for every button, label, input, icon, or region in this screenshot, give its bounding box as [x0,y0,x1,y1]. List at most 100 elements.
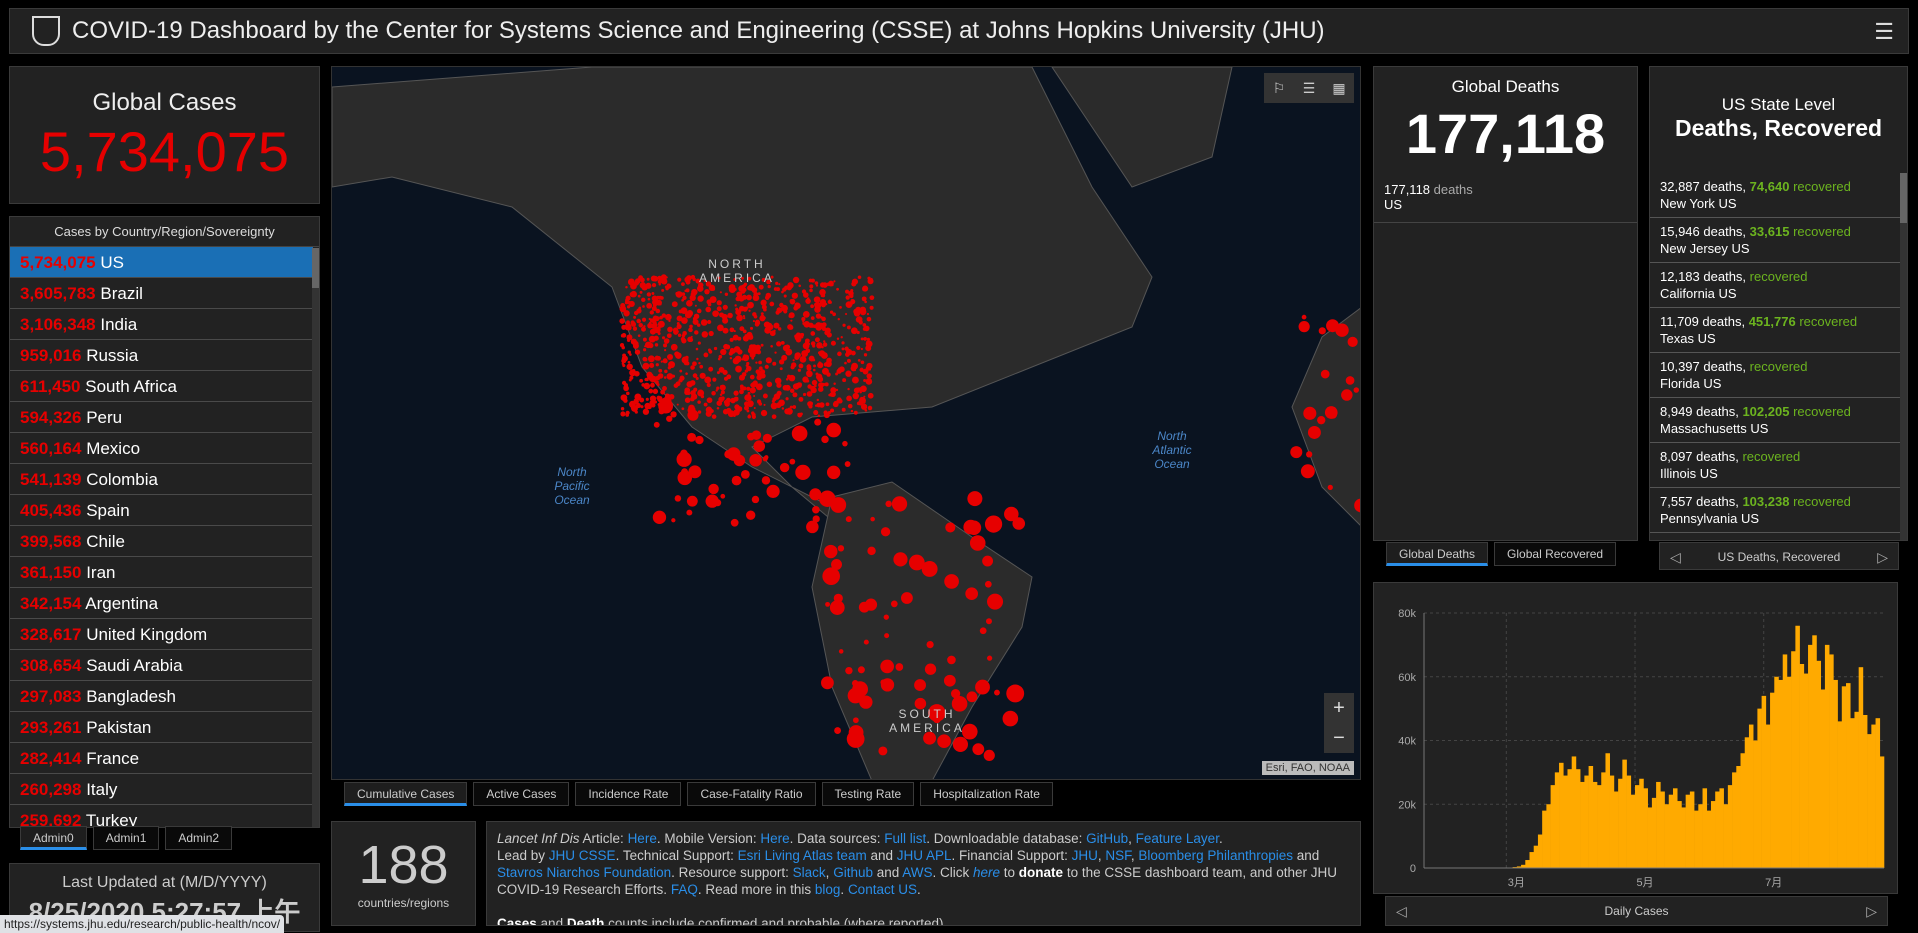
case-dot[interactable] [832,284,834,286]
case-dot[interactable] [762,476,770,484]
case-dot[interactable] [861,360,865,364]
case-dot[interactable] [856,346,860,350]
case-dot[interactable] [780,367,783,370]
case-dot[interactable] [685,312,692,319]
case-dot[interactable] [851,410,853,412]
case-dot[interactable] [803,292,809,298]
case-dot[interactable] [842,324,845,327]
case-dot[interactable] [842,378,846,382]
case-dot[interactable] [669,394,675,400]
case-dot[interactable] [704,376,711,383]
info-link[interactable]: here [973,865,1000,880]
case-dot[interactable] [745,355,749,359]
case-dot[interactable] [712,310,719,317]
tab-map-2[interactable]: Incidence Rate [575,782,681,806]
case-dot[interactable] [790,365,794,369]
case-dot[interactable] [658,332,661,335]
case-dot[interactable] [831,471,836,476]
case-dot[interactable] [985,581,992,588]
daily-cases-bar[interactable] [1871,725,1876,868]
country-list-item[interactable]: 399,568 Chile [10,526,313,557]
case-dot[interactable] [815,324,822,331]
case-dot[interactable] [750,387,756,393]
case-dot[interactable] [690,365,695,370]
case-dot[interactable] [750,383,754,387]
case-dot[interactable] [862,323,866,327]
case-dot[interactable] [719,312,724,317]
case-dot[interactable] [687,392,690,395]
case-dot[interactable] [817,399,819,401]
daily-cases-bar[interactable] [1635,785,1640,868]
legend-list-icon[interactable]: ☰ [1294,73,1324,103]
case-dot[interactable] [847,359,851,363]
case-dot[interactable] [861,337,864,340]
case-dot[interactable] [695,436,703,444]
case-dot[interactable] [1348,337,1358,347]
map-canvas[interactable] [332,67,1361,780]
case-dot[interactable] [666,416,672,422]
case-dot[interactable] [662,336,665,339]
case-dot[interactable] [818,361,820,363]
case-dot[interactable] [643,409,649,415]
case-dot[interactable] [783,385,789,391]
case-dot[interactable] [1306,451,1312,457]
case-dot[interactable] [811,279,815,283]
case-dot[interactable] [650,310,654,314]
case-dot[interactable] [663,343,667,347]
case-dot[interactable] [623,386,626,389]
case-dot[interactable] [845,461,851,467]
case-dot[interactable] [635,349,640,354]
case-dot[interactable] [1006,685,1024,703]
case-dot[interactable] [810,331,815,336]
case-dot[interactable] [629,353,632,356]
case-dot[interactable] [743,315,745,317]
case-dot[interactable] [846,295,850,299]
case-dot[interactable] [963,520,978,535]
case-dot[interactable] [626,392,630,396]
case-dot[interactable] [664,376,667,379]
case-dot[interactable] [727,313,733,319]
case-dot[interactable] [737,408,741,412]
case-dot[interactable] [620,411,625,416]
case-dot[interactable] [755,320,760,325]
daily-cases-bar[interactable] [1567,769,1572,868]
case-dot[interactable] [686,361,690,365]
case-dot[interactable] [812,380,817,385]
case-dot[interactable] [786,397,789,400]
case-dot[interactable] [865,345,871,351]
daily-cases-bar[interactable] [1825,645,1830,868]
daily-cases-bar[interactable] [1622,760,1627,868]
case-dot[interactable] [659,303,661,305]
case-dot[interactable] [842,441,848,447]
daily-cases-bar[interactable] [1681,807,1686,868]
daily-cases-bar[interactable] [1821,690,1826,869]
case-dot[interactable] [741,470,750,479]
case-dot[interactable] [1308,426,1321,439]
case-dot[interactable] [694,330,698,334]
case-dot[interactable] [827,334,830,337]
case-dot[interactable] [801,317,805,321]
case-dot[interactable] [851,281,856,286]
case-dot[interactable] [664,349,666,351]
case-dot[interactable] [792,293,798,299]
case-dot[interactable] [675,495,682,502]
case-dot[interactable] [731,519,739,527]
case-dot[interactable] [813,369,816,372]
case-dot[interactable] [631,406,635,410]
case-dot[interactable] [810,304,814,308]
case-dot[interactable] [659,283,661,285]
case-dot[interactable] [800,413,803,416]
case-dot[interactable] [672,375,675,378]
case-dot[interactable] [708,350,712,354]
case-dot[interactable] [814,296,821,303]
case-dot[interactable] [814,384,817,387]
country-list-item[interactable]: 361,150 Iran [10,557,313,588]
daily-cases-bar[interactable] [1665,804,1670,868]
case-dot[interactable] [648,298,651,301]
case-dot[interactable] [851,327,858,334]
case-dot[interactable] [675,352,681,358]
daily-cases-bar[interactable] [1677,801,1682,868]
case-dot[interactable] [826,402,830,406]
case-dot[interactable] [827,282,830,285]
case-dot[interactable] [681,317,688,324]
